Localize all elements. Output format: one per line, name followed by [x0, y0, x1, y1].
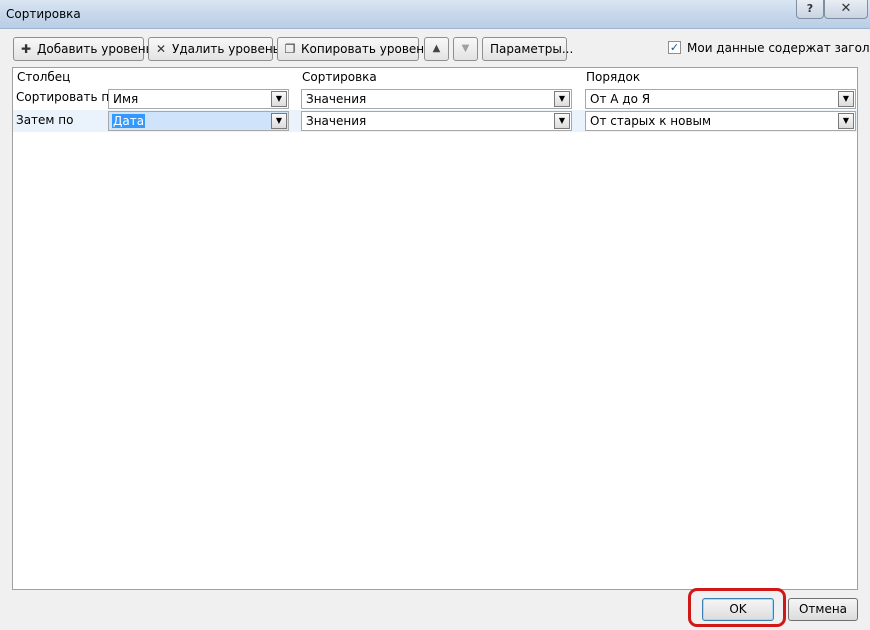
order-select-row1-value: От А до Я	[590, 92, 651, 106]
sort-on-select-row2-value: Значения	[306, 114, 367, 128]
delete-x-icon: ✕	[155, 42, 167, 56]
options-button[interactable]: Параметры...	[482, 37, 573, 61]
sort-on-select-row1-value: Значения	[306, 92, 367, 106]
arrow-down-icon: ▼	[461, 43, 470, 54]
sort-on-select-row1[interactable]: Значения ▼	[301, 89, 572, 109]
cancel-button[interactable]: Отмена	[788, 598, 858, 621]
row-label-sort-by: Сортировать по	[16, 90, 117, 104]
chevron-down-icon[interactable]: ▼	[271, 91, 287, 107]
chevron-down-icon[interactable]: ▼	[838, 113, 854, 129]
chevron-down-icon[interactable]: ▼	[554, 91, 570, 107]
copy-level-button[interactable]: ❐ Копировать уровень	[277, 37, 431, 61]
chevron-down-icon[interactable]: ▼	[271, 113, 287, 129]
column-select-row2-value: Дата	[112, 114, 146, 128]
arrow-up-icon: ▲	[432, 43, 441, 54]
column-header: Столбец	[17, 70, 71, 84]
close-button[interactable]: ✕	[824, 0, 868, 19]
add-level-label: Добавить уровень	[37, 42, 153, 56]
sort-levels-grid: Столбец Сортировка Порядок Сортировать п…	[12, 67, 858, 590]
delete-level-button[interactable]: ✕ Удалить уровень	[148, 37, 280, 61]
copy-level-label: Копировать уровень	[301, 42, 432, 56]
row-label-then-by: Затем по	[16, 113, 74, 127]
add-level-button[interactable]: ✚ Добавить уровень	[13, 37, 153, 61]
column-select-row2[interactable]: Дата ▼	[108, 111, 289, 131]
ok-highlight-annotation	[688, 588, 786, 627]
order-select-row2-value: От старых к новым	[590, 114, 712, 128]
order-select-row2[interactable]: От старых к новым ▼	[585, 111, 856, 131]
copy-icon: ❐	[284, 42, 296, 56]
options-label: Параметры...	[490, 42, 574, 56]
window-title: Сортировка	[6, 7, 81, 21]
add-level-icon: ✚	[20, 42, 32, 56]
help-button[interactable]: ?	[796, 0, 824, 19]
move-up-button[interactable]: ▲	[424, 37, 449, 61]
chevron-down-icon[interactable]: ▼	[838, 91, 854, 107]
title-bar: Сортировка ? ✕	[0, 0, 870, 29]
headers-checkbox[interactable]: ✓	[668, 41, 681, 54]
chevron-down-icon[interactable]: ▼	[554, 113, 570, 129]
headers-checkbox-label: Мои данные содержат заголовки	[687, 41, 870, 55]
delete-level-label: Удалить уровень	[172, 42, 280, 56]
sort-on-select-row2[interactable]: Значения ▼	[301, 111, 572, 131]
move-down-button[interactable]: ▼	[453, 37, 478, 61]
column-select-row1[interactable]: Имя ▼	[108, 89, 289, 109]
sort-on-header: Сортировка	[302, 70, 377, 84]
column-select-row1-value: Имя	[113, 92, 139, 106]
order-header: Порядок	[586, 70, 641, 84]
order-select-row1[interactable]: От А до Я ▼	[585, 89, 856, 109]
